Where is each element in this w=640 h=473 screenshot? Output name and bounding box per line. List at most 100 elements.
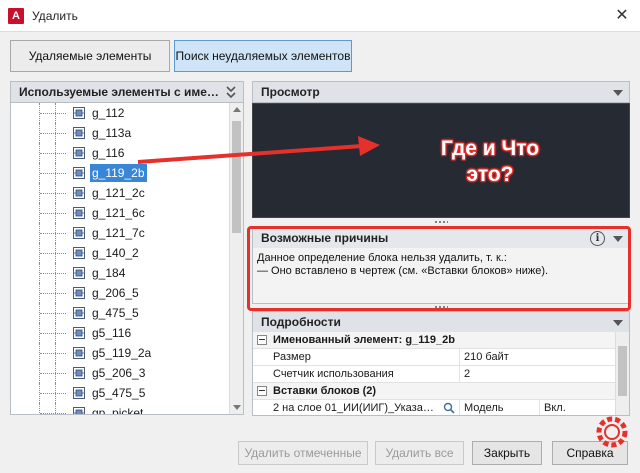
- tree-connector: [39, 343, 73, 363]
- tree-item[interactable]: g_206_5: [11, 283, 231, 303]
- block-definition-icon: [73, 267, 85, 279]
- tree-item[interactable]: g_112: [11, 103, 231, 123]
- tree-connector: [39, 283, 73, 303]
- tree-item[interactable]: gp_picket: [11, 403, 231, 415]
- delete-all-button[interactable]: Удалить все: [375, 441, 464, 465]
- tree-connector: [55, 283, 56, 303]
- tree-item[interactable]: g_140_2: [11, 243, 231, 263]
- tree-item[interactable]: g_121_7c: [11, 223, 231, 243]
- tree-item-label: g5_119_2a: [92, 346, 152, 360]
- tree-item[interactable]: g_119_2b: [11, 163, 231, 183]
- tree-connector: [39, 163, 73, 183]
- details-group-block-inserts[interactable]: Вставки блоков (2): [253, 383, 617, 400]
- window-title: Удалить: [32, 9, 78, 23]
- tree-connector: [55, 383, 56, 403]
- details-scrollbar[interactable]: [615, 332, 629, 415]
- details-group-named-item[interactable]: Именованный элемент: g_119_2b: [253, 332, 617, 349]
- tree-connector: [55, 243, 56, 263]
- splitter-grip-icon[interactable]: [434, 220, 448, 224]
- details-panel-header[interactable]: Подробности: [252, 311, 630, 333]
- tree-connector: [39, 123, 73, 143]
- tree-item-label: g_119_2b: [90, 164, 147, 182]
- tree-connector: [55, 263, 56, 283]
- tree-item-label: g_121_6c: [92, 206, 145, 220]
- tree-connector: [55, 183, 56, 203]
- tree-connector: [39, 403, 73, 414]
- tree-connector: [55, 403, 56, 414]
- block-inserts-heading: Вставки блоков (2): [273, 385, 377, 397]
- panel-menu-triangle-icon[interactable]: [613, 90, 623, 96]
- block-definition-icon: [73, 247, 85, 259]
- tree-connector: [55, 363, 56, 383]
- scroll-thumb[interactable]: [618, 346, 627, 396]
- block-definition-icon: [73, 347, 85, 359]
- block-definition-icon: [73, 187, 85, 199]
- details-grid: Именованный элемент: g_119_2b Размер 210…: [252, 332, 630, 416]
- tree-item-label: gp_picket: [92, 406, 144, 415]
- tree-connector: [39, 143, 73, 163]
- tree-item[interactable]: g_113a: [11, 123, 231, 143]
- scroll-down-arrow-icon[interactable]: [233, 405, 241, 410]
- autocad-logo-icon: A: [8, 8, 24, 24]
- tree-item[interactable]: g5_206_3: [11, 363, 231, 383]
- tree-item-label: g_112: [92, 106, 125, 120]
- panel-menu-triangle-icon[interactable]: [613, 320, 623, 326]
- tree-connector: [39, 363, 73, 383]
- tree-item[interactable]: g_475_5: [11, 303, 231, 323]
- delete-marked-button[interactable]: Удалить отмеченные: [238, 441, 368, 465]
- details-row-insert[interactable]: 2 на слое 01_ИИ(ИИГ)_Указа… Модель Вкл.: [253, 400, 617, 415]
- collapse-minus-icon[interactable]: [257, 386, 267, 396]
- tree-item[interactable]: g_121_6c: [11, 203, 231, 223]
- close-window-button[interactable]: ✕: [610, 4, 634, 28]
- tree-item[interactable]: g_121_2c: [11, 183, 231, 203]
- tree-panel-header[interactable]: Используемые элементы с име…: [10, 81, 244, 103]
- detail-key: Счетчик использования: [273, 368, 394, 380]
- scroll-thumb[interactable]: [232, 121, 241, 233]
- detail-value: 210 байт: [459, 349, 617, 365]
- tree-item-label: g_113a: [92, 126, 132, 140]
- preview-panel-header[interactable]: Просмотр: [252, 81, 630, 103]
- tree-item-label: g5_475_5: [92, 386, 146, 400]
- block-definition-icon: [73, 127, 85, 139]
- named-item-heading: Именованный элемент: g_119_2b: [273, 334, 455, 346]
- tree-item[interactable]: g5_116: [11, 323, 231, 343]
- close-button[interactable]: Закрыть: [472, 441, 542, 465]
- tree-connector: [55, 343, 56, 363]
- block-definition-icon: [73, 147, 85, 159]
- collapse-double-chevron-icon[interactable]: [225, 84, 237, 100]
- block-definition-icon: [73, 407, 85, 414]
- zoom-to-magnifier-icon[interactable]: [443, 402, 455, 414]
- tree-connector: [39, 203, 73, 223]
- tree-connector: [55, 123, 56, 143]
- tree-item[interactable]: g_184: [11, 263, 231, 283]
- detail-key: Размер: [273, 351, 311, 363]
- tree-item-label: g_206_5: [92, 286, 139, 300]
- tree-connector: [39, 103, 73, 123]
- tab-purgeable-items[interactable]: Удаляемые элементы: [10, 40, 170, 72]
- tree-connector: [39, 183, 73, 203]
- used-items-tree[interactable]: g_112 g_113a g_116 g_119_2b g_121_2c g_121_6c…: [10, 103, 244, 415]
- watermark-gear-icon: [596, 416, 628, 448]
- collapse-minus-icon[interactable]: [257, 335, 267, 345]
- tree-connector: [39, 323, 73, 343]
- tree-scrollbar[interactable]: [229, 103, 243, 414]
- tree-item[interactable]: g5_475_5: [11, 383, 231, 403]
- tree-connector: [55, 143, 56, 163]
- insert-layer-name: 2 на слое 01_ИИ(ИИГ)_Указа…: [273, 402, 434, 414]
- block-definition-icon: [73, 287, 85, 299]
- title-bar: A Удалить ✕: [0, 0, 640, 32]
- insert-space: Модель: [459, 400, 539, 415]
- tree-connector: [39, 243, 73, 263]
- block-definition-icon: [73, 227, 85, 239]
- block-definition-icon: [73, 387, 85, 399]
- tree-item-label: g_121_7c: [92, 226, 145, 240]
- details-row-size: Размер 210 байт: [253, 349, 617, 366]
- tree-item[interactable]: g5_119_2a: [11, 343, 231, 363]
- tree-connector: [39, 303, 73, 323]
- details-row-usage-count: Счетчик использования 2: [253, 366, 617, 383]
- tree-connector: [39, 383, 73, 403]
- tree-connector: [55, 163, 56, 183]
- tree-item[interactable]: g_116: [11, 143, 231, 163]
- tab-find-non-purgeable[interactable]: Поиск неудаляемых элементов: [174, 40, 352, 72]
- scroll-up-arrow-icon[interactable]: [233, 107, 241, 112]
